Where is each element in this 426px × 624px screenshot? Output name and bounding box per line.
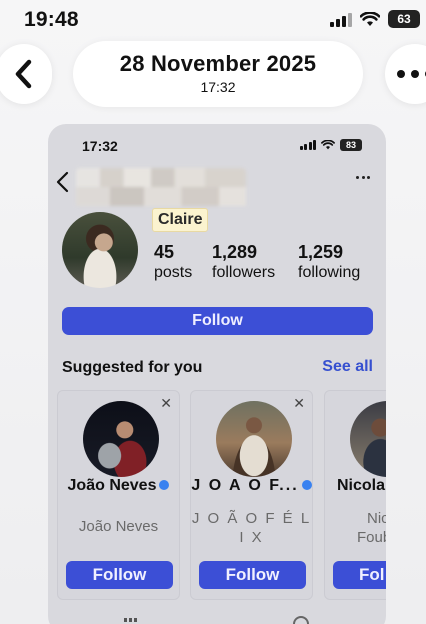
suggested-name: Nicola: [337, 477, 386, 494]
following-count: 1,259: [298, 242, 344, 262]
inner-status-icons: 83: [299, 139, 362, 151]
suggested-avatar: [350, 401, 386, 477]
close-icon[interactable]: ✕: [160, 395, 172, 412]
header-date: 28 November 2025: [119, 51, 317, 76]
chevron-left-icon: [15, 59, 32, 89]
verified-icon: [301, 479, 312, 490]
inner-more-icon: [356, 176, 370, 179]
suggested-card[interactable]: Nicola Nic Foub Fol: [324, 390, 386, 600]
tagged-icon[interactable]: [293, 616, 309, 624]
followers-count: 1,289: [212, 242, 258, 262]
suggested-subtitle: Nic: [367, 510, 386, 527]
signal-icon: [330, 12, 352, 27]
suggested-title: Suggested for you: [62, 359, 203, 376]
inner-back-icon: [56, 171, 69, 193]
following-label: following: [298, 264, 361, 281]
grid-icon[interactable]: [124, 618, 137, 622]
shared-screenshot[interactable]: 17:32 83 Claire 45 posts 1,289 followers…: [48, 124, 386, 624]
inner-status-bar: 17:32 83: [48, 124, 386, 160]
follow-suggested-button[interactable]: Follow: [199, 561, 306, 589]
follow-button[interactable]: Follow: [62, 307, 373, 335]
battery-icon: 63: [388, 10, 420, 28]
follow-suggested-button[interactable]: Fol: [333, 561, 386, 589]
suggested-name: J O A O F...: [191, 477, 312, 495]
back-button[interactable]: [0, 44, 52, 104]
suggested-subtitle-line2: Foub: [357, 529, 386, 546]
header-time: 17:32: [200, 79, 236, 95]
followers-label: followers: [212, 264, 276, 281]
inner-wifi-icon: [321, 140, 335, 150]
profile-avatar: [62, 212, 138, 288]
posts-label: posts: [154, 264, 193, 281]
suggested-subtitle-line2: I X: [239, 529, 264, 546]
date-header: 28 November 2025 17:32: [73, 41, 363, 107]
inner-status-time: 17:32: [82, 138, 118, 154]
suggested-card[interactable]: ✕ J O A O F... J O Ã O F É L I X Follow: [190, 390, 313, 600]
status-time: 19:48: [24, 8, 79, 31]
suggested-subtitle: João Neves: [78, 518, 159, 535]
profile-tab-bar: [48, 614, 386, 624]
more-button[interactable]: [385, 44, 426, 104]
more-icon: [397, 70, 426, 78]
suggested-card[interactable]: ✕ João Neves João Neves Follow: [57, 390, 180, 600]
posts-count: 45: [154, 242, 175, 262]
close-icon[interactable]: ✕: [293, 395, 305, 412]
suggested-name: João Neves: [58, 477, 179, 495]
verified-icon: [159, 479, 170, 490]
suggested-avatar: [83, 401, 159, 477]
suggested-avatar: [216, 401, 292, 477]
inner-battery-icon: 83: [340, 139, 362, 151]
follow-suggested-button[interactable]: Follow: [66, 561, 173, 589]
blurred-username: [76, 168, 246, 206]
wifi-icon: [360, 11, 380, 27]
status-icons: 63: [330, 10, 420, 28]
suggested-subtitle: J O Ã O F É L: [191, 510, 312, 527]
see-all-link[interactable]: See all: [322, 358, 373, 376]
inner-signal-icon: [299, 140, 316, 150]
status-bar: 19:48 63: [0, 0, 426, 40]
name-tag: Claire: [152, 208, 209, 232]
